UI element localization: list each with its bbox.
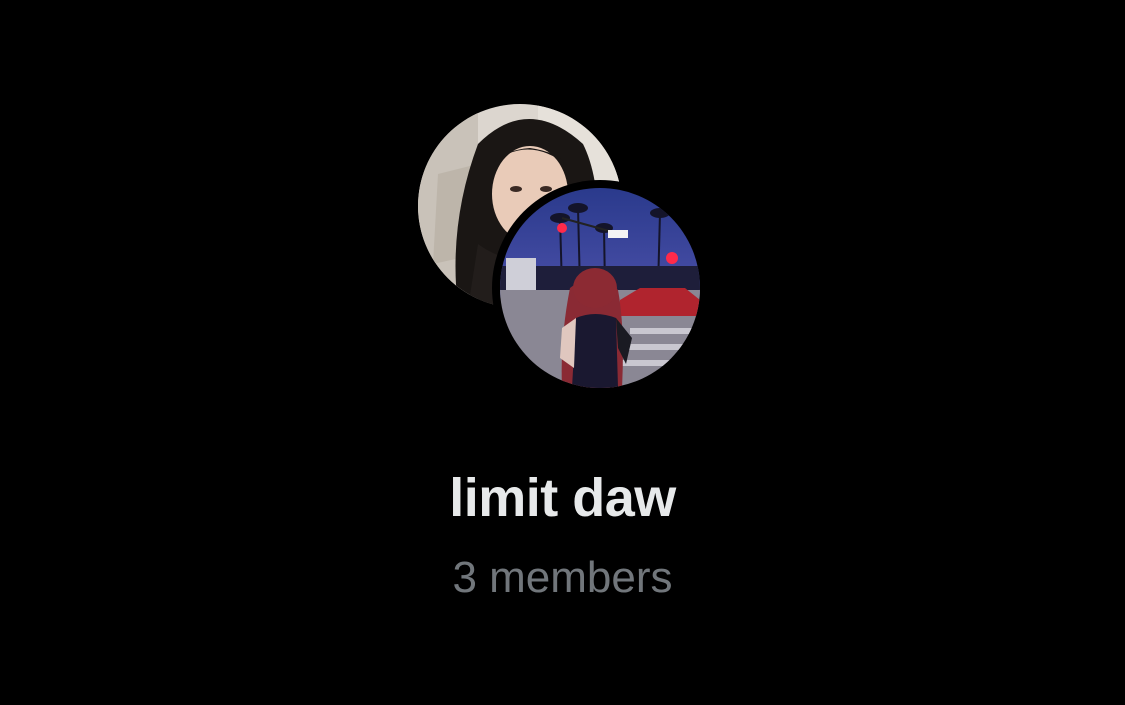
- group-info-screen: limit daw 3 members: [0, 0, 1125, 705]
- street-night-photo-icon: [500, 188, 700, 388]
- group-avatar-stack[interactable]: [418, 104, 710, 396]
- group-name: limit daw: [449, 468, 676, 528]
- member-count[interactable]: 3 members: [0, 550, 1125, 606]
- member-avatar-street: [492, 180, 708, 396]
